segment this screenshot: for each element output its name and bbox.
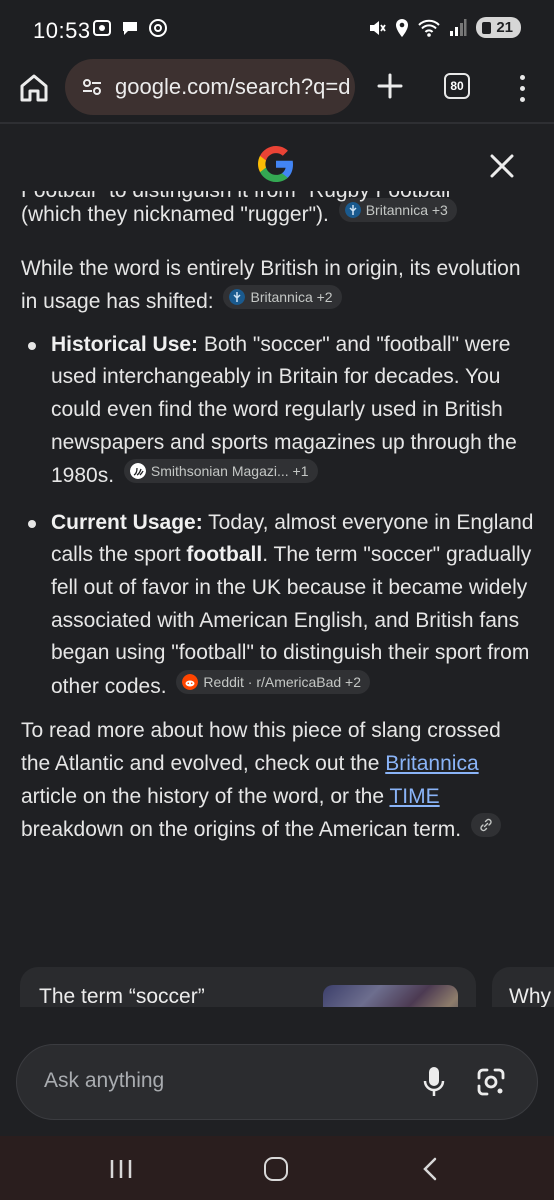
mute-icon (370, 20, 387, 35)
list-item: Current Usage: Today, almost everyone in… (21, 507, 535, 704)
ai-overview-panel: Football" to distinguish it from "Rugby … (0, 124, 554, 1136)
more-options-icon[interactable] (508, 70, 536, 106)
closing-text: article on the history of the word, or t… (21, 784, 390, 808)
microphone-icon[interactable] (421, 1065, 447, 1099)
status-time: 10:53 (33, 18, 91, 43)
bullet-label: Current Usage: (51, 510, 203, 534)
ask-input[interactable]: Ask anything (16, 1044, 538, 1120)
link-icon (480, 818, 492, 832)
paragraph-2: While the word is entirely British in or… (21, 253, 535, 319)
back-icon[interactable] (420, 1156, 440, 1182)
wifi-icon (418, 19, 441, 37)
google-lens-icon[interactable] (475, 1066, 507, 1098)
card-title: Why (509, 985, 551, 1008)
card-title: The term “soccer” (39, 985, 205, 1008)
bold-term: football (186, 543, 263, 567)
cut-off-line: Football" to distinguish it from "Rugby … (21, 179, 458, 202)
system-icons: 21 (368, 17, 521, 38)
threads-icon (149, 19, 167, 37)
battery-indicator: 21 (476, 17, 521, 38)
copy-link-button[interactable] (470, 813, 501, 838)
new-tab-icon[interactable] (372, 68, 408, 104)
closing-paragraph: To read more about how this piece of sla… (21, 715, 535, 846)
recent-apps-icon[interactable] (108, 1158, 134, 1180)
list-item: Historical Use: Both "soccer" and "footb… (21, 329, 535, 493)
browser-toolbar: google.com/search?q=d 80 (0, 56, 554, 122)
home-icon[interactable] (16, 70, 52, 106)
signal-icon (450, 18, 467, 36)
closing-text: breakdown on the origins of the American… (21, 818, 462, 842)
ask-placeholder: Ask anything (44, 1069, 165, 1092)
chat-bubble-icon (123, 22, 137, 35)
paragraph-1: Football" to distinguish it from "Rugby … (21, 184, 535, 232)
source-chip-label: Britannica +2 (250, 289, 333, 306)
source-chip[interactable]: Britannica +2 (223, 285, 342, 310)
bullet-label: Historical Use: (51, 332, 199, 356)
notification-icons (92, 18, 168, 38)
location-icon (396, 18, 409, 37)
url-bar[interactable]: google.com/search?q=d (65, 59, 355, 115)
smithsonian-sun-icon (129, 463, 146, 480)
tab-switcher-button[interactable]: 80 (444, 73, 470, 99)
bullet-list: Historical Use: Both "soccer" and "footb… (21, 329, 535, 704)
source-chip-label: Smithsonian Magazi... +1 (150, 463, 309, 480)
close-icon[interactable] (486, 150, 518, 182)
system-navigation-bar (0, 1136, 554, 1200)
site-settings-icon[interactable] (81, 76, 103, 98)
britannica-link[interactable]: Britannica (385, 752, 478, 775)
answer-content: Football" to distinguish it from "Rugby … (21, 184, 535, 847)
status-bar: 10:53 21 (0, 0, 554, 56)
home-nav-icon[interactable] (264, 1157, 288, 1181)
source-chip-label: Reddit · r/AmericaBad +2 (203, 673, 361, 690)
source-chip[interactable]: Smithsonian Magazi... +1 (123, 459, 318, 484)
source-chip[interactable]: Reddit · r/AmericaBad +2 (176, 669, 370, 694)
google-logo-icon (258, 146, 293, 182)
url-text[interactable]: google.com/search?q=d (115, 74, 350, 100)
britannica-thistle-icon (229, 289, 246, 306)
reddit-icon (182, 673, 199, 690)
time-link[interactable]: TIME (389, 785, 439, 808)
screenshot-icon (93, 20, 111, 36)
